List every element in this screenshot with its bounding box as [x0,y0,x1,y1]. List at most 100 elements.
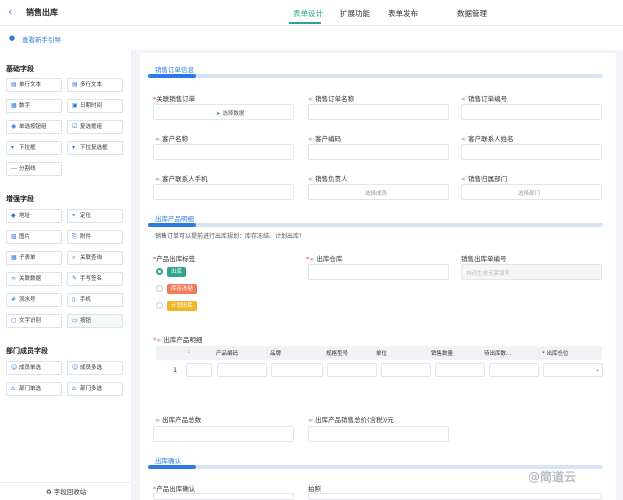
table-icon: ▦ [11,254,17,261]
button-icon: ▭ [72,317,78,324]
watermark: @简道云 [528,470,577,484]
group-title-member: 部门成员字段 [6,347,48,355]
checkbox-icon: ☑ [72,123,78,130]
field-multi-line[interactable]: ▤ 多行文本 [67,78,123,92]
lightbulb-icon: ● [9,34,16,42]
outbound-number-placeholder: 自动生成无需填写 [466,271,511,277]
recycle-bin-button[interactable]: ♻ 字段回收站 [0,482,132,500]
order-name-input[interactable] [308,104,449,120]
field-address[interactable]: ◆ 地址 [6,209,62,223]
field-button[interactable]: ▭ 按钮 [67,314,123,328]
org-icon: ⌂ [72,385,76,392]
phone-icon: ▯ [72,296,76,303]
field-image[interactable]: ▧ 图片 [6,230,62,244]
outbound-number-input: 自动生成无需填写 [461,264,602,280]
image-icon: ▧ [11,233,17,240]
total-amount-input[interactable] [308,426,449,442]
crosshair-icon: ⌖ [72,212,76,219]
link-icon: ∞ [155,417,160,424]
table-row-index: 1 [173,366,178,374]
users-icon: ☺ [72,364,79,371]
user-icon: ☺ [11,364,18,371]
table-cell-input[interactable] [327,363,377,377]
radio-outbound[interactable] [156,268,163,275]
field-signature[interactable]: ✎ 手写签名 [67,272,123,286]
tab-data-management[interactable]: 数据管理 [457,8,487,19]
field-label-customer-name: ∞ 客户名称 [155,135,189,143]
field-divider[interactable]: ― 分割线 [6,162,62,176]
table-cell-input[interactable] [186,363,212,377]
field-label-product-tag: *产品出库标签 [153,255,196,263]
field-datetime[interactable]: ▣ 日期时间 [67,99,123,113]
tag-outbound: 出库 [167,267,187,277]
field-number[interactable]: ▦ 数字 [6,99,62,113]
field-phone[interactable]: ▯ 手机 [67,293,123,307]
field-label-warehouse: *∞ 出库仓库 [306,255,343,263]
section-title-product-detail: 出库产品明细 [155,215,194,223]
field-member-single[interactable]: ☺ 成员单选 [6,361,62,375]
select-data-button[interactable]: ➤ 选择数据 [153,104,294,120]
field-label-sales-owner: ∞ 销售负责人 [308,175,348,183]
field-dropdown[interactable]: ▾ 下拉框 [6,141,62,155]
paperclip-icon: ⎘ [72,233,77,240]
table-cell-input[interactable] [271,363,323,377]
text-icon: ▤ [72,81,78,88]
sales-dept-select[interactable]: 选择部门 [461,184,602,200]
guide-bar: ● 查看新手引导 [0,26,623,50]
radio-planned-outbound[interactable] [156,302,163,309]
link-icon: ∞ [308,136,313,143]
location-select[interactable]: ⌄ [543,363,603,377]
table-cell-input[interactable] [381,363,431,377]
guide-link[interactable]: 查看新手引导 [22,34,61,44]
order-number-input[interactable] [461,104,602,120]
table-cell-input[interactable] [217,363,267,377]
field-subform[interactable]: ▦ 子表单 [6,251,62,265]
link-icon: ∞ [461,136,466,143]
sales-owner-select[interactable]: 选择成员 [308,184,449,200]
link-icon: ∞ [155,176,160,183]
link-icon: ∞ [308,96,313,103]
field-palette: 基础字段 ▤ 单行文本 ▤ 多行文本 ▦ 数字 ▣ 日期时间 ◉ 单选按钮组 ☑ 复选框组 … [0,50,132,500]
tab-form-design[interactable]: 表单设计 [293,8,323,19]
field-checkbox-group[interactable]: ☑ 复选框组 [67,120,123,134]
warehouse-input[interactable] [308,264,449,280]
tab-form-publish[interactable]: 表单发布 [388,8,418,19]
field-dept-single[interactable]: ⌂ 部门单选 [6,382,62,396]
field-label-linked-order: *关联销售订单 [153,95,196,103]
field-linked-data[interactable]: ∞ 关联数据 [6,272,62,286]
field-geolocation[interactable]: ⌖ 定位 [67,209,123,223]
tag-stock-freeze: 库存冻结 [167,284,198,294]
field-dropdown-multi[interactable]: ▾ 下拉复选框 [67,141,123,155]
field-dept-multi[interactable]: ⌂ 部门多选 [67,382,123,396]
field-attachment[interactable]: ⎘ 附件 [67,230,123,244]
field-radio-group[interactable]: ◉ 单选按钮组 [6,120,62,134]
chevron-down-icon: ⌄ [594,366,600,373]
tab-extensions[interactable]: 扩展功能 [340,8,370,19]
confirm-input[interactable] [153,493,294,500]
field-ocr[interactable]: ▢ 文字识别 [6,314,62,328]
photo-upload[interactable] [308,493,602,500]
table-header-brand: 品牌 [270,351,282,357]
chevron-left-icon[interactable]: ‹ [8,6,18,18]
field-serial-number[interactable]: # 流水号 [6,293,62,307]
section-hint: 销售订单可以提前进行出库规划：库存冻结、计划出库！ [155,233,306,240]
customer-code-input[interactable] [308,144,449,160]
field-label-contact-name: ∞ 客户联系人姓名 [461,135,514,143]
field-single-line[interactable]: ▤ 单行文本 [6,78,62,92]
location-pin-icon: ◆ [11,212,16,219]
field-label-total-amount: ∞ 出库产品销售总价(含税)/元 [308,416,394,424]
table-cell-input[interactable] [489,363,539,377]
field-member-multi[interactable]: ☺ 成员多选 [67,361,123,375]
active-tab-indicator [289,22,321,24]
table-cell-input[interactable] [435,363,485,377]
field-linked-query[interactable]: ⌕ 关联查询 [67,251,123,265]
contact-phone-input[interactable] [153,184,294,200]
radio-stock-freeze[interactable] [156,285,163,292]
cursor-click-icon: ➤ [216,111,221,117]
dropdown-icon: ▾ [11,144,15,151]
customer-name-input[interactable] [153,144,294,160]
field-label-order-number: ∞ 销售订单编号 [461,95,508,103]
contact-name-input[interactable] [461,144,602,160]
field-label-order-name: ∞ 销售订单名称 [308,95,355,103]
total-qty-input[interactable] [153,426,294,442]
